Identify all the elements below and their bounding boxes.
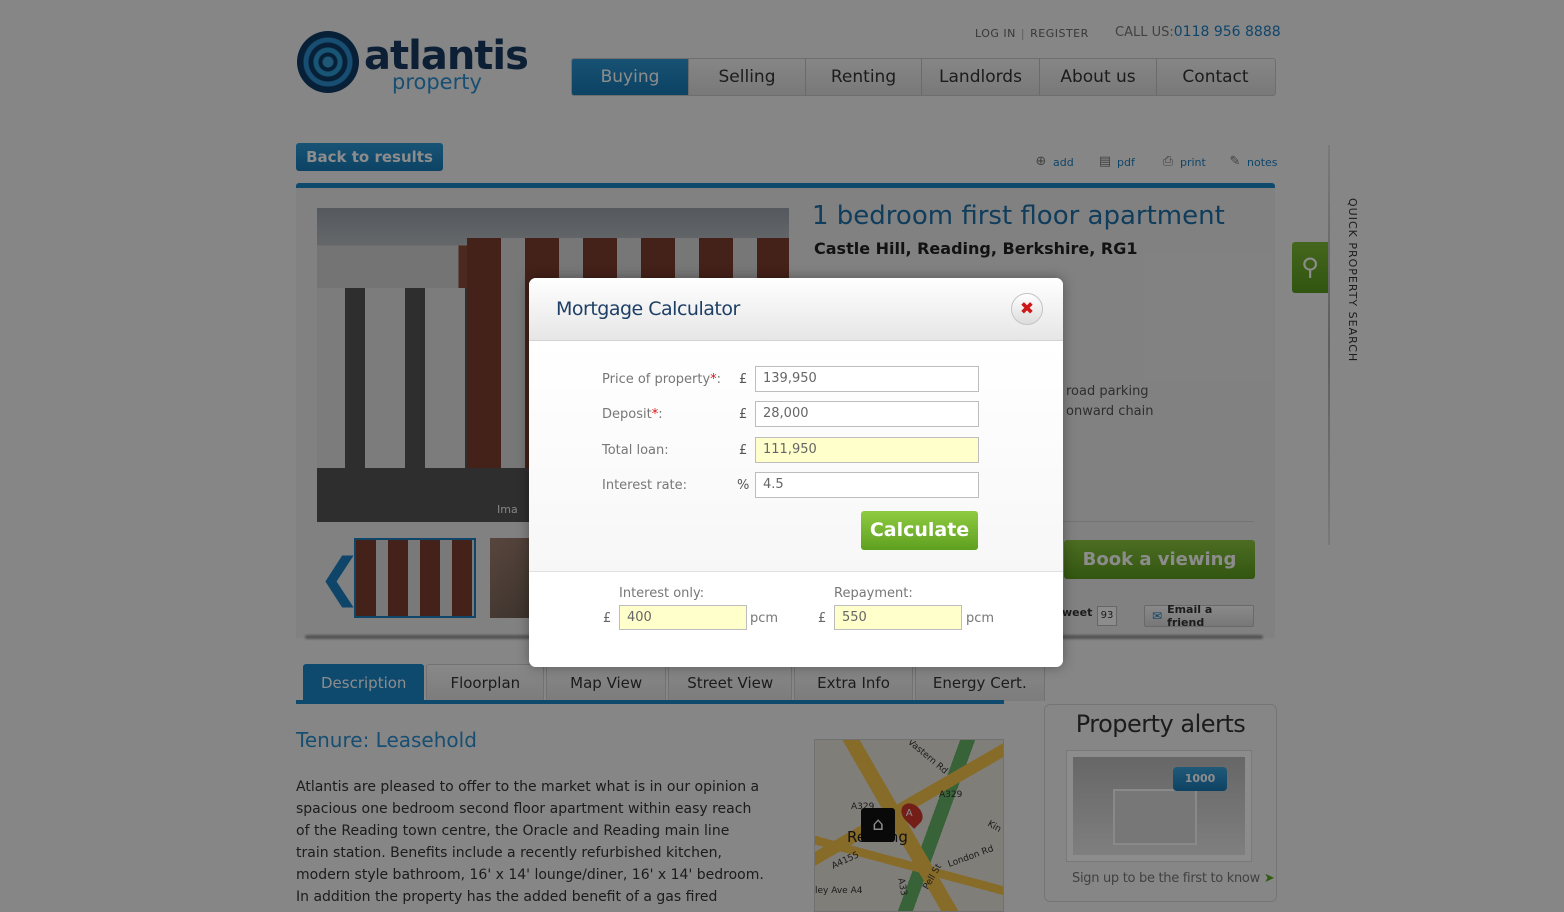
total-loan-label: Total loan:	[602, 443, 669, 458]
deposit-label: Deposit*:	[602, 407, 663, 422]
price-input[interactable]: 139,950	[755, 366, 979, 392]
deposit-input[interactable]: 28,000	[755, 401, 979, 427]
currency-symbol: £	[739, 443, 748, 458]
interest-rate-input[interactable]: 4.5	[755, 472, 979, 498]
repayment-label: Repayment:	[834, 586, 913, 601]
total-loan-field: 111,950	[755, 437, 979, 463]
dialog-results: Interest only: £ 400 pcm Repayment: £ 55…	[529, 571, 1063, 667]
price-label: Price of property*:	[602, 372, 722, 387]
dialog-form: Price of property*: £ 139,950 Deposit*: …	[529, 342, 1063, 571]
mortgage-calculator-dialog: Mortgage Calculator ✖ Price of property*…	[529, 278, 1063, 667]
currency-symbol: £	[739, 407, 748, 422]
dialog-header: Mortgage Calculator ✖	[529, 278, 1063, 341]
currency-symbol: £	[603, 611, 612, 626]
calculate-button[interactable]: Calculate	[861, 511, 978, 550]
dialog-title: Mortgage Calculator	[556, 298, 740, 320]
pcm-unit: pcm	[966, 611, 995, 626]
close-icon[interactable]: ✖	[1011, 293, 1043, 325]
repayment-result: 550	[834, 605, 962, 630]
interest-only-result: 400	[619, 605, 747, 630]
interest-rate-label: Interest rate:	[602, 478, 688, 493]
pcm-unit: pcm	[750, 611, 779, 626]
interest-only-label: Interest only:	[619, 586, 705, 601]
currency-symbol: £	[818, 611, 827, 626]
currency-symbol: £	[739, 372, 748, 387]
percent-symbol: %	[737, 478, 750, 493]
